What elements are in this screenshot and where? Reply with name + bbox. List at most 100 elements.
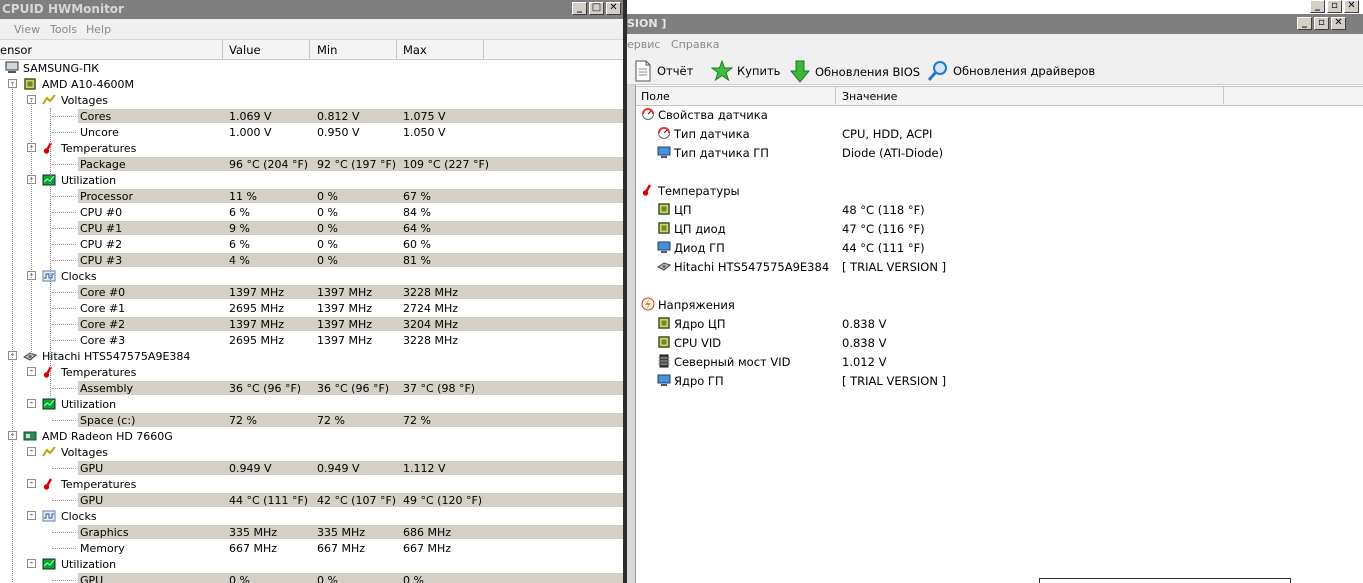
close-button[interactable]: ✕ <box>606 2 621 15</box>
sensor-row[interactable]: Cores 1.069 V 0.812 V 1.075 V <box>0 108 625 124</box>
sensor-min: 0 % <box>317 190 338 203</box>
tree-node[interactable]: - Utilization <box>0 172 625 188</box>
menu-tools[interactable]: Tools <box>50 23 77 36</box>
sensor-row[interactable]: Core #3 2695 MHz 1397 MHz 3228 MHz <box>0 332 625 348</box>
sensor-row[interactable]: Ядро ЦП 0.838 V <box>627 314 1347 333</box>
tree-node[interactable]: - Voltages <box>0 92 625 108</box>
column-divider[interactable] <box>222 40 223 59</box>
tree-node[interactable]: - AMD Radeon HD 7660G <box>0 428 625 444</box>
column-divider[interactable] <box>309 40 310 59</box>
minimize-button[interactable]: _ <box>1297 17 1312 30</box>
sensor-row[interactable]: GPU 0 % 0 % 0 % <box>0 572 625 583</box>
column-value[interactable]: Value <box>229 43 261 57</box>
tree-node[interactable]: SAMSUNG-ПК <box>0 60 625 76</box>
column-divider[interactable] <box>396 40 397 59</box>
tree-connector <box>52 292 76 293</box>
restore-button[interactable]: ▫ <box>1314 17 1329 30</box>
column-divider[interactable] <box>835 86 836 104</box>
sensor-row[interactable]: Core #0 1397 MHz 1397 MHz 3228 MHz <box>0 284 625 300</box>
collapse-toggle[interactable]: - <box>27 399 36 408</box>
sensor-row[interactable]: CPU VID 0.838 V <box>627 333 1347 352</box>
sensor-row[interactable]: Диод ГП 44 °C (111 °F) <box>627 238 1347 257</box>
sensor-row[interactable]: Северный мост VID 1.012 V <box>627 352 1347 371</box>
field-label: Диод ГП <box>674 241 725 255</box>
sensor-row[interactable]: Memory 667 MHz 667 MHz 667 MHz <box>0 540 625 556</box>
driver-update-button[interactable]: Обновления драйверов <box>927 60 1095 82</box>
sensor-row[interactable]: CPU #3 4 % 0 % 81 % <box>0 252 625 268</box>
buy-button[interactable]: Купить <box>711 60 780 82</box>
column-sensor[interactable]: ensor <box>0 43 32 57</box>
tree-connector <box>52 212 76 213</box>
top-strip: _ ▫ ✕ <box>627 0 1363 14</box>
report-button[interactable]: Отчёт <box>633 60 693 82</box>
driver-update-icon <box>927 61 947 81</box>
sensor-max: 72 % <box>403 414 431 427</box>
sensor-group[interactable]: Напряжения <box>627 295 1347 314</box>
collapse-toggle[interactable]: - <box>27 511 36 520</box>
bios-update-button[interactable]: Обновления BIOS <box>789 60 920 84</box>
maximize-button[interactable]: □ <box>589 2 604 15</box>
aida-titlebar[interactable]: SION ] _ ▫ ✕ <box>627 14 1363 34</box>
sensor-row[interactable]: Space (c:) 72 % 72 % 72 % <box>0 412 625 428</box>
column-divider[interactable] <box>1223 86 1224 104</box>
close-button[interactable]: ✕ <box>1331 17 1346 30</box>
close-button[interactable]: ✕ <box>1344 0 1359 13</box>
sensor-row[interactable]: Processor 11 % 0 % 67 % <box>0 188 625 204</box>
tree-node[interactable]: - Temperatures <box>0 364 625 380</box>
utilization-icon <box>42 557 56 570</box>
column-divider[interactable] <box>483 40 484 59</box>
sensor-group[interactable]: Температуры <box>627 181 1347 200</box>
sensor-row[interactable]: CPU #2 6 % 0 % 60 % <box>0 236 625 252</box>
tree-node[interactable]: - Clocks <box>0 508 625 524</box>
collapse-toggle[interactable]: - <box>27 559 36 568</box>
sensor-label: Temperatures <box>61 142 137 155</box>
restore-button[interactable]: ▫ <box>1327 0 1342 13</box>
sensor-row[interactable]: CPU #0 6 % 0 % 84 % <box>0 204 625 220</box>
sensor-row[interactable]: Uncore 1.000 V 0.950 V 1.050 V <box>0 124 625 140</box>
hwmonitor-titlebar[interactable]: CPUID HWMonitor _ □ ✕ <box>0 0 625 19</box>
sensor-min: 0 % <box>317 254 338 267</box>
collapse-toggle[interactable]: - <box>27 367 36 376</box>
sensor-row[interactable]: Core #1 2695 MHz 1397 MHz 2724 MHz <box>0 300 625 316</box>
tree-node[interactable]: - AMD A10-4600M <box>0 76 625 92</box>
tree-node[interactable]: - Temperatures <box>0 140 625 156</box>
tree-node[interactable]: - Utilization <box>0 396 625 412</box>
sensor-min: 667 MHz <box>317 542 366 555</box>
sensor-row[interactable]: GPU 44 °C (111 °F) 42 °C (107 °F) 49 °C (12… <box>0 492 625 508</box>
collapse-toggle[interactable]: - <box>27 479 36 488</box>
sensor-row[interactable]: Assembly 36 °C (96 °F) 36 °C (96 °F) 37 °C … <box>0 380 625 396</box>
column-min[interactable]: Min <box>317 43 337 57</box>
thermometer-icon <box>641 183 655 197</box>
minimize-button[interactable]: _ <box>1310 0 1325 13</box>
sensor-row[interactable]: Core #2 1397 MHz 1397 MHz 3204 MHz <box>0 316 625 332</box>
sensor-row[interactable]: GPU 0.949 V 0.949 V 1.112 V <box>0 460 625 476</box>
collapse-toggle[interactable]: - <box>27 447 36 456</box>
monitor-icon <box>657 145 671 159</box>
minimize-button[interactable]: _ <box>572 2 587 15</box>
field-value: CPU, HDD, ACPI <box>842 127 933 141</box>
menu-help[interactable]: Справка <box>671 38 719 51</box>
column-max[interactable]: Max <box>403 43 427 57</box>
sensor-row[interactable]: Package 96 °C (204 °F) 92 °C (197 °F) 109 °… <box>0 156 625 172</box>
tree-node[interactable]: - Clocks <box>0 268 625 284</box>
sensor-row[interactable]: ЦП диод 47 °C (116 °F) <box>627 219 1347 238</box>
menu-view[interactable]: View <box>14 23 40 36</box>
sensor-row[interactable]: Ядро ГП [ TRIAL VERSION ] <box>627 371 1347 390</box>
sensor-row[interactable]: Тип датчика CPU, HDD, ACPI <box>627 124 1347 143</box>
sensor-row[interactable]: ЦП 48 °C (118 °F) <box>627 200 1347 219</box>
menu-service[interactable]: ервис <box>627 38 660 51</box>
tree-node[interactable]: - Hitachi HTS547575A9E384 <box>0 348 625 364</box>
sensor-row[interactable]: Hitachi HTS547575A9E384 [ TRIAL VERSION ] <box>627 257 1347 276</box>
tree-node[interactable]: - Voltages <box>0 444 625 460</box>
tree-node[interactable]: - Temperatures <box>0 476 625 492</box>
column-value[interactable]: Значение <box>842 90 897 103</box>
sensor-value: 1.000 V <box>229 126 272 139</box>
menu-help[interactable]: Help <box>86 23 111 36</box>
tree-node[interactable]: - Utilization <box>0 556 625 572</box>
sensor-row[interactable]: Graphics 335 MHz 335 MHz 686 MHz <box>0 524 625 540</box>
sensor-row[interactable]: Тип датчика ГП Diode (ATI-Diode) <box>627 143 1347 162</box>
sensor-min: 0.950 V <box>317 126 360 139</box>
sensor-group[interactable]: Свойства датчика <box>627 105 1347 124</box>
column-field[interactable]: Поле <box>641 90 670 103</box>
sensor-row[interactable]: CPU #1 9 % 0 % 64 % <box>0 220 625 236</box>
